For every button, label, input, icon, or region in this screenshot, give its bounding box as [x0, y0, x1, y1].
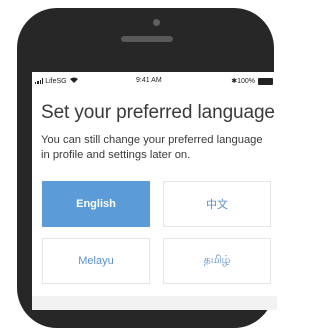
bottom-strip	[32, 296, 277, 310]
language-option-tamil[interactable]: தமிழ்	[163, 238, 271, 284]
battery-icon	[258, 77, 273, 85]
page-subtitle: You can still change your preferred lang…	[41, 134, 263, 161]
signal-icon	[35, 78, 44, 84]
battery-label: 100%	[237, 77, 255, 85]
language-option-chinese[interactable]: 中文	[163, 181, 271, 227]
page-title: Set your preferred language	[41, 102, 275, 123]
status-bar-left: LifeSG	[35, 77, 78, 85]
speaker-grille	[121, 36, 173, 42]
language-option-malay[interactable]: Melayu	[42, 238, 150, 284]
app-screen: LifeSG 9:41 AM ✱ 100% Set your preferred…	[32, 72, 277, 310]
carrier-label: LifeSG	[45, 77, 67, 85]
status-bar: LifeSG 9:41 AM ✱ 100%	[32, 72, 277, 86]
camera-icon	[153, 19, 160, 26]
wifi-icon	[69, 77, 78, 85]
status-time: 9:41 AM	[136, 77, 162, 84]
status-bar-right: ✱ 100%	[231, 77, 273, 85]
language-option-english[interactable]: English	[42, 181, 150, 227]
